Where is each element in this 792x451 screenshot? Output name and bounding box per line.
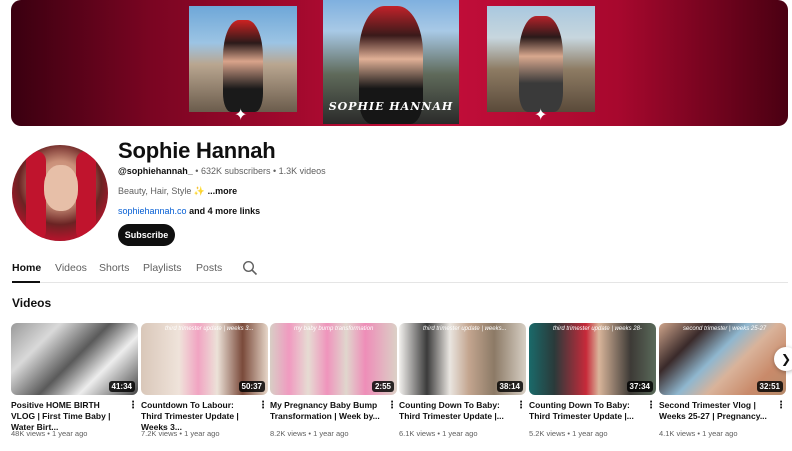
tab-videos[interactable]: Videos — [55, 262, 87, 274]
separator: • — [192, 166, 201, 176]
video-views: 6.1K views — [399, 429, 436, 438]
thumbnail-caption: second trimester | weeks 25-27 — [683, 326, 767, 332]
video-title[interactable]: My Pregnancy Baby Bump Transformation | … — [270, 400, 382, 422]
thumbnail-caption: third trimester update | weeks 28- — [553, 326, 642, 332]
more-options-icon[interactable]: ⋮ — [516, 400, 526, 411]
description-text: Beauty, Hair, Style ✨ — [118, 186, 208, 196]
video-age: 1 year ago — [442, 429, 478, 438]
separator: • — [45, 429, 52, 438]
video-thumbnail[interactable]: second trimester | weeks 25-27 32:51 — [659, 323, 786, 395]
sparkle-icon: ✦ — [234, 107, 248, 124]
next-arrow-icon[interactable]: ❯ — [774, 347, 792, 371]
video-duration: 37:34 — [626, 381, 653, 392]
thumbnail-caption: third trimester update | weeks 3... — [165, 326, 254, 332]
tab-playlists[interactable]: Playlists — [143, 262, 182, 274]
video-count: 1.3K videos — [278, 166, 326, 176]
video-views: 7.2K views — [141, 429, 178, 438]
tab-home[interactable]: Home — [12, 262, 41, 274]
video-duration: 38:14 — [496, 381, 523, 392]
video-meta: 4.1K views • 1 year ago — [659, 429, 738, 438]
banner-photo-right — [487, 6, 595, 112]
sparkle-icon: ✦ — [534, 107, 548, 124]
video-thumbnail[interactable]: 41:34 — [11, 323, 138, 395]
thumbnail-caption: my baby bump transformation — [294, 326, 374, 332]
video-views: 48K views — [11, 429, 46, 438]
active-tab-indicator — [12, 281, 40, 283]
banner-photo-left — [189, 6, 297, 112]
video-age: 1 year ago — [313, 429, 349, 438]
channel-handle: @sophiehannah_ — [118, 166, 193, 176]
video-age: 1 year ago — [51, 429, 88, 438]
video-duration: 41:34 — [108, 381, 135, 392]
video-title[interactable]: Counting Down To Baby: Third Trimester U… — [529, 400, 641, 422]
video-age: 1 year ago — [572, 429, 608, 438]
tab-shorts[interactable]: Shorts — [99, 262, 129, 274]
channel-links: sophiehannah.co and 4 more links — [118, 206, 260, 216]
channel-meta: @sophiehannah_ • 632K subscribers • 1.3K… — [118, 166, 326, 176]
video-meta: 6.1K views • 1 year ago — [399, 429, 478, 438]
video-card[interactable]: third trimester update | weeks 3... 50:3… — [141, 323, 268, 438]
video-thumbnail[interactable]: third trimester update | weeks... 38:14 — [399, 323, 526, 395]
video-card[interactable]: second trimester | weeks 25-27 32:51 Sec… — [659, 323, 786, 438]
more-options-icon[interactable]: ⋮ — [128, 400, 138, 411]
more-options-icon[interactable]: ⋮ — [258, 400, 268, 411]
more-options-icon[interactable]: ⋮ — [776, 400, 786, 411]
channel-banner: SOPHIE HANNAH ✦ ✦ — [11, 0, 788, 126]
channel-tabs: Home Videos Shorts Playlists Posts — [12, 256, 788, 283]
banner-name-text: SOPHIE HANNAH — [328, 100, 454, 113]
more-options-icon[interactable]: ⋮ — [646, 400, 656, 411]
channel-name: Sophie Hannah — [118, 138, 276, 163]
video-title[interactable]: Counting Down To Baby: Third Trimester U… — [399, 400, 511, 422]
video-duration: 32:51 — [756, 381, 783, 392]
channel-description[interactable]: Beauty, Hair, Style ✨ ...more — [118, 186, 237, 197]
video-duration: 2:55 — [371, 381, 394, 392]
video-duration: 50:37 — [238, 381, 265, 392]
more-link[interactable]: ...more — [208, 186, 238, 196]
video-title[interactable]: Second Trimester Vlog | Weeks 25-27 | Pr… — [659, 400, 771, 422]
video-card[interactable]: third trimester update | weeks... 38:14 … — [399, 323, 526, 438]
video-card[interactable]: my baby bump transformation 2:55 My Preg… — [270, 323, 397, 438]
subscribe-button[interactable]: Subscribe — [118, 224, 175, 246]
avatar[interactable] — [12, 145, 108, 241]
video-views: 8.2K views — [270, 429, 307, 438]
video-age: 1 year ago — [702, 429, 738, 438]
video-meta: 48K views • 1 year ago — [11, 429, 87, 438]
video-card[interactable]: third trimester update | weeks 28- 37:34… — [529, 323, 656, 438]
search-icon[interactable] — [242, 260, 258, 276]
video-views: 5.2K views — [529, 429, 566, 438]
subscriber-count: 632K subscribers — [200, 166, 271, 176]
video-meta: 5.2K views • 1 year ago — [529, 429, 608, 438]
video-meta: 7.2K views • 1 year ago — [141, 429, 220, 438]
video-thumbnail[interactable]: my baby bump transformation 2:55 — [270, 323, 397, 395]
video-thumbnail[interactable]: third trimester update | weeks 3... 50:3… — [141, 323, 268, 395]
video-meta: 8.2K views • 1 year ago — [270, 429, 349, 438]
more-options-icon[interactable]: ⋮ — [387, 400, 397, 411]
section-title-videos: Videos — [12, 296, 52, 310]
video-age: 1 year ago — [184, 429, 220, 438]
tab-posts[interactable]: Posts — [196, 262, 222, 274]
video-thumbnail[interactable]: third trimester update | weeks 28- 37:34 — [529, 323, 656, 395]
channel-website-link[interactable]: sophiehannah.co — [118, 206, 187, 216]
more-links-link[interactable]: and 4 more links — [187, 206, 260, 216]
video-views: 4.1K views — [659, 429, 696, 438]
thumbnail-caption: third trimester update | weeks... — [423, 326, 507, 332]
separator: • — [270, 166, 279, 176]
video-card[interactable]: 41:34 Positive HOME BIRTH VLOG | First T… — [11, 323, 138, 438]
